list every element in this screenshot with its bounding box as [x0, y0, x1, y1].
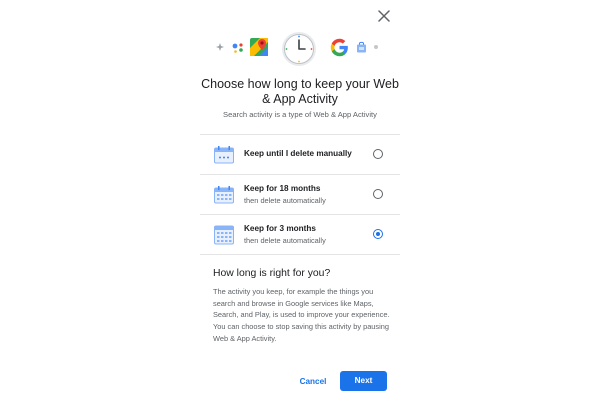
- option-title: Keep for 3 months: [244, 224, 316, 233]
- dot-icon: [374, 45, 378, 49]
- next-button[interactable]: Next: [340, 371, 387, 391]
- dialog-title: Choose how long to keep your Web & App A…: [201, 77, 399, 106]
- shopping-icon: [357, 41, 366, 53]
- calendar-18-months-icon: [213, 184, 235, 206]
- option-keep-18-months[interactable]: Keep for 18 months then delete automatic…: [200, 175, 400, 214]
- option-title: Keep for 18 months: [244, 184, 321, 193]
- option-keep-manually[interactable]: Keep until I delete manually: [200, 135, 400, 174]
- radio-keep-3-months[interactable]: [373, 229, 383, 239]
- radio-keep-manually[interactable]: [373, 149, 383, 159]
- radio-keep-18-months[interactable]: [373, 189, 383, 199]
- retention-dialog: Choose how long to keep your Web & App A…: [0, 0, 600, 400]
- header-illustration: [210, 30, 390, 68]
- maps-icon: [250, 38, 268, 56]
- google-icon: [330, 38, 348, 57]
- sparkle-icon: [216, 43, 224, 51]
- help-body: The activity you keep, for example the t…: [213, 287, 390, 343]
- divider: [200, 254, 400, 255]
- option-subtitle: then delete automatically: [244, 196, 326, 205]
- close-button[interactable]: [376, 8, 392, 24]
- dialog-subtitle: Search activity is a type of Web & App A…: [223, 110, 377, 119]
- calendar-3-months-icon: [213, 224, 235, 246]
- calendar-infinite-icon: [213, 144, 235, 166]
- cancel-button[interactable]: Cancel: [290, 372, 336, 392]
- assistant-icon: [232, 43, 243, 53]
- close-icon: [378, 10, 390, 22]
- help-heading: How long is right for you?: [213, 268, 331, 279]
- option-subtitle: then delete automatically: [244, 236, 326, 245]
- option-title: Keep until I delete manually: [244, 149, 352, 158]
- clock-icon: [282, 32, 316, 66]
- option-keep-3-months[interactable]: Keep for 3 months then delete automatica…: [200, 215, 400, 254]
